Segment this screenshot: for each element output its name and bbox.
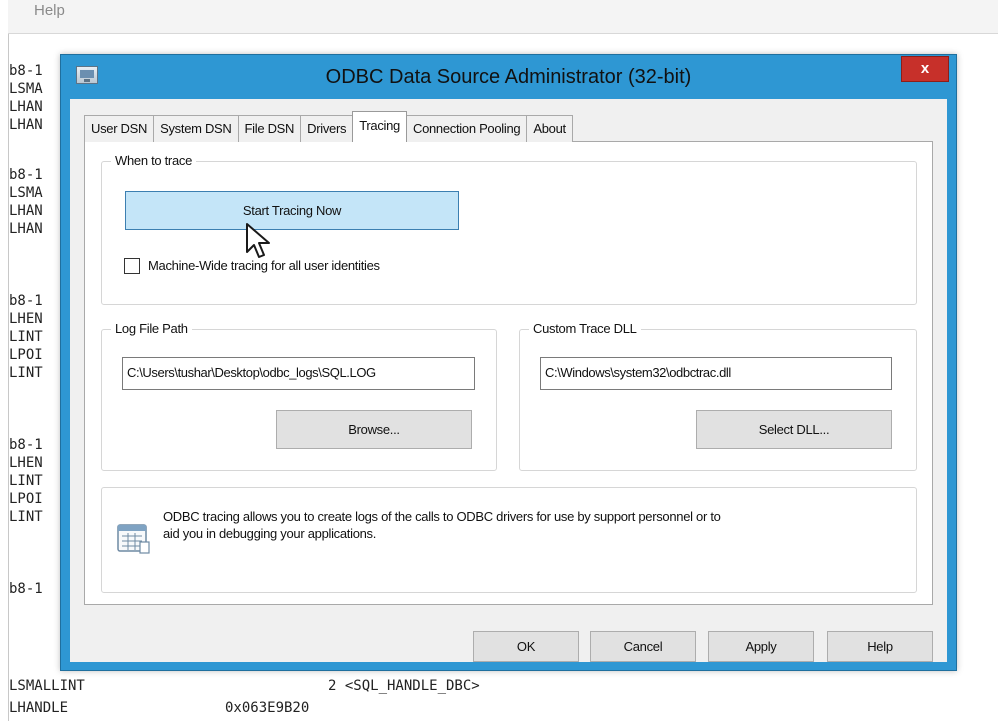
log-line: b8-1 [9, 293, 43, 309]
log-line: LHAN [9, 221, 43, 237]
log-line: LINT [9, 329, 43, 345]
menu-help[interactable]: Help [34, 2, 65, 19]
tab-about[interactable]: About [526, 115, 573, 142]
database-icon [117, 524, 150, 554]
tab-drivers[interactable]: Drivers [300, 115, 354, 142]
close-button[interactable]: x [901, 56, 949, 82]
log-line: LSMA [9, 81, 43, 97]
log-line: LHEN [9, 455, 43, 471]
log-line: b8-1 [9, 167, 43, 183]
log-line: LINT [9, 473, 43, 489]
info-text-line-2: aid you in debugging your applications. [163, 526, 377, 541]
log-row-type: LSMALLINT [9, 678, 85, 694]
tab-system-dsn[interactable]: System DSN [153, 115, 239, 142]
custom-trace-dll-input[interactable]: C:\Windows\system32\odbctrac.dll [540, 357, 892, 390]
apply-button[interactable]: Apply [708, 631, 814, 662]
info-text-line-1: ODBC tracing allows you to create logs o… [163, 509, 721, 524]
tab-tracing[interactable]: Tracing [352, 111, 407, 142]
log-line: LHAN [9, 99, 43, 115]
ok-button[interactable]: OK [473, 631, 579, 662]
custom-trace-dll-group: Custom Trace DLL C:\Windows\system32\odb… [519, 321, 917, 471]
odbc-admin-dialog: ODBC Data Source Administrator (32-bit) … [60, 54, 957, 671]
log-line: LINT [9, 365, 43, 381]
tab-strip: User DSN System DSN File DSN Drivers Tra… [84, 111, 573, 142]
log-file-path-label: Log File Path [111, 321, 192, 336]
log-row-type: LHANDLE [9, 700, 69, 716]
custom-trace-dll-label: Custom Trace DLL [529, 321, 641, 336]
log-line: b8-1 [9, 63, 43, 79]
tracing-panel: When to trace Start Tracing Now Machine-… [84, 141, 933, 605]
log-row-value: 2 <SQL_HANDLE_DBC> [328, 678, 480, 694]
mouse-cursor-icon [246, 223, 270, 258]
help-button[interactable]: Help [827, 631, 933, 662]
when-to-trace-group: When to trace Start Tracing Now Machine-… [101, 153, 917, 305]
dialog-title: ODBC Data Source Administrator (32-bit) [325, 66, 692, 88]
browse-button[interactable]: Browse... [276, 410, 472, 449]
title-bar[interactable]: ODBC Data Source Administrator (32-bit) … [61, 55, 956, 99]
start-tracing-button[interactable]: Start Tracing Now [125, 191, 459, 230]
menu-bar: Help [8, 0, 998, 34]
info-box: ODBC tracing allows you to create logs o… [101, 487, 917, 593]
log-line: LPOI [9, 491, 43, 507]
tab-connection-pooling[interactable]: Connection Pooling [405, 115, 528, 142]
log-line: LHAN [9, 117, 43, 133]
dialog-client-area: User DSN System DSN File DSN Drivers Tra… [70, 99, 947, 662]
log-file-path-input[interactable]: C:\Users\tushar\Desktop\odbc_logs\SQL.LO… [122, 357, 475, 390]
tab-user-dsn[interactable]: User DSN [84, 115, 155, 142]
log-row-value: 0x063E9B20 [225, 700, 310, 716]
log-line: b8-1 [9, 581, 43, 597]
log-line: b8-1 [9, 437, 43, 453]
when-to-trace-label: When to trace [111, 153, 197, 168]
machine-wide-checkbox[interactable] [124, 258, 140, 274]
log-file-path-group: Log File Path C:\Users\tushar\Desktop\od… [101, 321, 497, 471]
tab-file-dsn[interactable]: File DSN [237, 115, 302, 142]
select-dll-button[interactable]: Select DLL... [696, 410, 892, 449]
log-line: LSMA [9, 185, 43, 201]
log-line: LPOI [9, 347, 43, 363]
log-line: LHEN [9, 311, 43, 327]
cancel-button[interactable]: Cancel [590, 631, 696, 662]
log-line: LINT [9, 509, 43, 525]
log-line: LHAN [9, 203, 43, 219]
